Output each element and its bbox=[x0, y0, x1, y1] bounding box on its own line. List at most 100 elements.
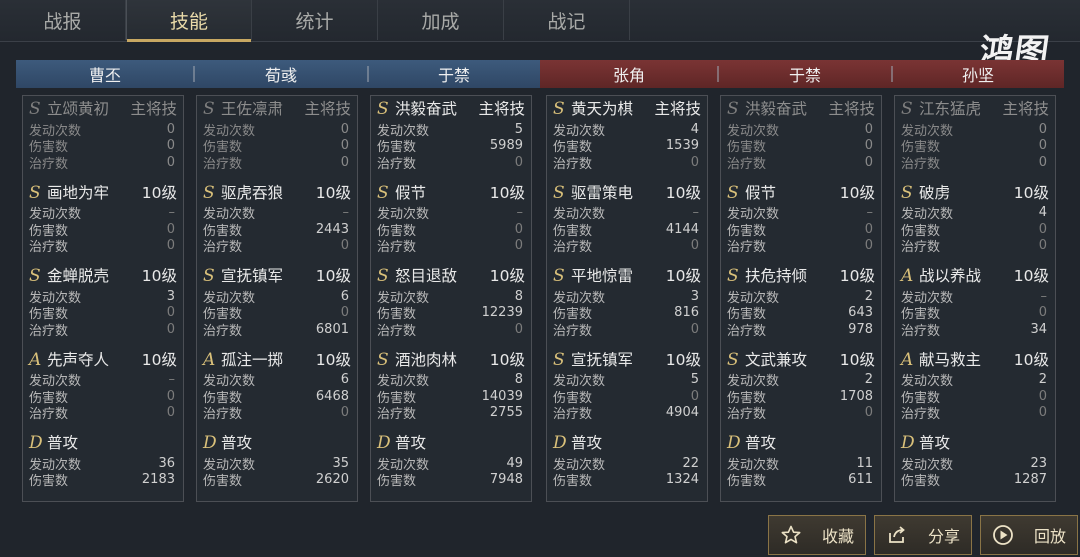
stat-row-damage: 伤害数 0 bbox=[901, 388, 1049, 406]
stat-row-heal: 治疗数 0 bbox=[29, 405, 177, 422]
header-divider bbox=[717, 66, 719, 82]
stat-label: 治疗数 bbox=[553, 407, 593, 423]
skill-name: 普攻 bbox=[221, 434, 253, 452]
stat-value: 1708 bbox=[839, 388, 873, 404]
skill-name: 普攻 bbox=[47, 434, 79, 452]
stat-row-damage: 伤害数 0 bbox=[203, 138, 351, 155]
stat-value: – bbox=[168, 372, 176, 388]
stat-row-count: 发动次数 3 bbox=[29, 288, 177, 306]
stat-row-count: 发动次数 4 bbox=[553, 121, 701, 139]
share-button[interactable]: 分享 bbox=[874, 515, 972, 555]
stat-row-damage: 伤害数 0 bbox=[29, 305, 177, 322]
skill-block: D 普攻 发动次数 49 伤害数 7948 bbox=[377, 431, 525, 513]
replay-button[interactable]: 回放 bbox=[980, 515, 1078, 555]
skill-header: A 先声夺人 10级 bbox=[29, 348, 177, 372]
skill-block: A 先声夺人 10级 发动次数 – 伤害数 0 治疗数 0 bbox=[29, 348, 177, 430]
skill-block: S 假节 10级 发动次数 – 伤害数 0 治疗数 0 bbox=[377, 181, 525, 263]
stat-value: 6801 bbox=[315, 321, 349, 337]
skill-level: 10级 bbox=[1013, 183, 1049, 202]
skill-grade: D bbox=[901, 433, 915, 453]
skill-level: 10级 bbox=[1013, 350, 1049, 369]
stat-value: 0 bbox=[514, 321, 523, 337]
skill-grade: S bbox=[727, 349, 739, 370]
stat-value: 0 bbox=[1038, 121, 1047, 137]
stat-label: 治疗数 bbox=[727, 240, 767, 256]
stat-value: 2 bbox=[1038, 372, 1047, 388]
button-label: 收藏 bbox=[821, 527, 854, 546]
stat-label: 治疗数 bbox=[377, 240, 417, 256]
skill-block: S 酒池肉林 10级 发动次数 8 伤害数 14039 治疗数 2755 bbox=[377, 348, 525, 430]
stat-row-count: 发动次数 – bbox=[901, 288, 1049, 306]
skill-header: S 江东猛虎 主将技 bbox=[901, 97, 1049, 121]
stat-row-count: 发动次数 5 bbox=[553, 372, 701, 389]
stat-value: 8 bbox=[514, 288, 523, 304]
stat-row-count: 发动次数 0 bbox=[29, 121, 177, 139]
skill-header: D 普攻 bbox=[901, 431, 1049, 455]
stat-value: 0 bbox=[1038, 238, 1047, 254]
skill-block: A 战以养战 10级 发动次数 – 伤害数 0 治疗数 34 bbox=[901, 264, 1049, 346]
stat-row-heal: 治疗数 2755 bbox=[377, 405, 525, 422]
stat-row-heal: 治疗数 0 bbox=[727, 238, 875, 255]
skill-level: 10级 bbox=[839, 267, 875, 285]
stat-value: 2755 bbox=[489, 405, 523, 421]
stat-value: 14039 bbox=[481, 388, 523, 404]
skill-name: 文武兼攻 bbox=[745, 350, 808, 369]
stat-value: 2183 bbox=[141, 472, 175, 488]
skill-grade: S bbox=[727, 99, 739, 119]
stat-value: 1539 bbox=[665, 138, 699, 154]
tab-battle-log[interactable]: 战记 bbox=[504, 0, 630, 40]
stat-value: 816 bbox=[674, 305, 699, 321]
skill-header: S 宣抚镇军 10级 bbox=[203, 264, 351, 288]
skill-grade: S bbox=[29, 182, 41, 203]
stat-row-count: 发动次数 0 bbox=[727, 121, 875, 139]
skill-name: 驱虎吞狼 bbox=[221, 183, 284, 202]
tab-statistics[interactable]: 统计 bbox=[252, 0, 378, 40]
stat-row-heal: 治疗数 0 bbox=[29, 154, 177, 172]
skill-name: 破虏 bbox=[919, 183, 951, 202]
skill-level: 主将技 bbox=[478, 100, 525, 118]
stat-row-damage: 伤害数 0 bbox=[29, 221, 177, 239]
general-skill-panel: S 王佐凛肃 主将技 发动次数 0 伤害数 0 治疗数 0 S 驱虎吞狼 10级 发动次数 – 伤害数 244… bbox=[196, 95, 358, 502]
skill-grade: S bbox=[203, 99, 215, 119]
stat-row-damage: 伤害数 4144 bbox=[553, 221, 701, 239]
tab-battle-report[interactable]: 战报 bbox=[0, 0, 126, 40]
stat-row-count: 发动次数 0 bbox=[203, 121, 351, 139]
tab-bonus[interactable]: 加成 bbox=[378, 0, 504, 40]
stat-row-heal: 治疗数 0 bbox=[553, 321, 701, 339]
stat-row-damage: 伤害数 0 bbox=[29, 388, 177, 406]
stat-value: 1287 bbox=[1013, 472, 1047, 488]
stat-value: 0 bbox=[340, 305, 349, 321]
stat-value: 0 bbox=[864, 405, 873, 421]
skill-block: S 破虏 10级 发动次数 4 伤害数 0 治疗数 0 bbox=[901, 181, 1049, 263]
favorite-button[interactable]: 收藏 bbox=[768, 515, 866, 555]
stat-row-count: 发动次数 – bbox=[553, 205, 701, 222]
skill-name: 假节 bbox=[745, 183, 777, 202]
skill-name: 黄天为棋 bbox=[571, 100, 634, 118]
skill-name: 宣抚镇军 bbox=[221, 267, 284, 285]
stat-row-count: 发动次数 6 bbox=[203, 372, 351, 389]
stat-row-damage: 伤害数 0 bbox=[29, 138, 177, 155]
stat-row-damage: 伤害数 0 bbox=[901, 221, 1049, 239]
stat-row-damage: 伤害数 2620 bbox=[203, 472, 351, 489]
stat-label: 伤害数 bbox=[203, 474, 243, 490]
tab-skills[interactable]: 技能 bbox=[126, 0, 252, 42]
skill-header: A 战以养战 10级 bbox=[901, 264, 1049, 288]
skill-grade: S bbox=[203, 266, 215, 286]
skill-grade: S bbox=[553, 349, 565, 370]
header-divider bbox=[367, 66, 369, 82]
stat-value: 11 bbox=[856, 455, 873, 471]
top-tab-bar: 战报 技能 统计 加成 战记 bbox=[0, 0, 1080, 42]
stat-value: 3 bbox=[690, 288, 699, 304]
stat-row-heal: 治疗数 0 bbox=[727, 405, 875, 422]
skill-level: 10级 bbox=[839, 183, 875, 202]
skill-block: S 宣抚镇军 10级 发动次数 6 伤害数 0 治疗数 6801 bbox=[203, 264, 351, 346]
stat-row-count: 发动次数 – bbox=[377, 205, 525, 222]
star-icon bbox=[780, 524, 802, 546]
stat-row-heal: 治疗数 0 bbox=[727, 154, 875, 172]
skill-block: S 扶危持倾 10级 发动次数 2 伤害数 643 治疗数 978 bbox=[727, 264, 875, 346]
skill-name: 普攻 bbox=[395, 434, 427, 452]
skill-grade: S bbox=[377, 182, 389, 203]
stat-label: 治疗数 bbox=[203, 323, 243, 339]
skill-header: S 假节 10级 bbox=[377, 181, 525, 205]
stat-row-count: 发动次数 – bbox=[29, 372, 177, 389]
